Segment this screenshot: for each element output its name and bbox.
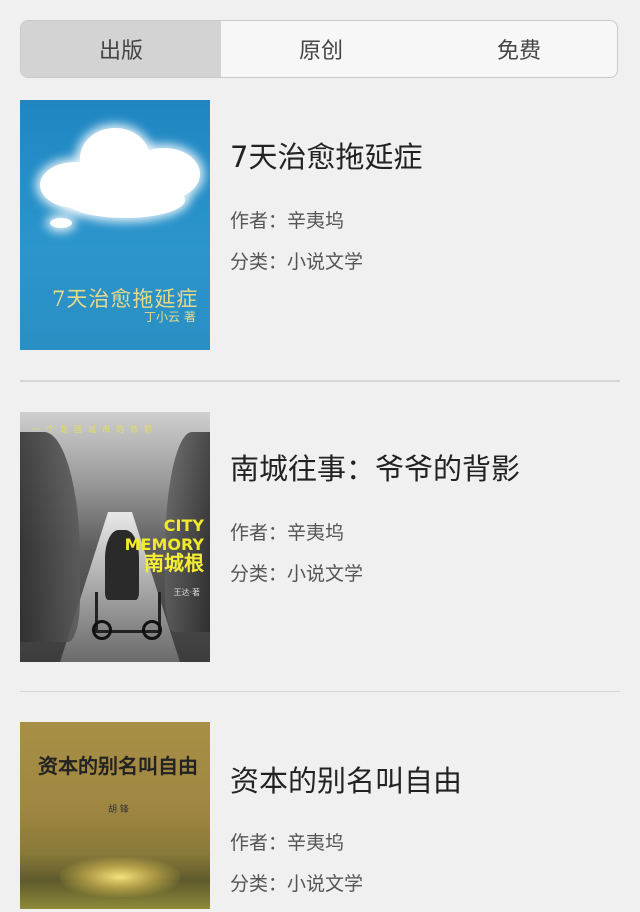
- cover-author: 王达·著: [173, 588, 200, 597]
- cover-title-en-1: CITY: [163, 516, 204, 535]
- author-value: 辛夷坞: [287, 210, 345, 232]
- book-author: 作者：辛夷坞: [230, 828, 462, 855]
- author-label: 作者：: [230, 832, 288, 854]
- category-label: 分类：: [230, 563, 288, 585]
- book-title[interactable]: 南城往事：爷爷的背影: [230, 446, 520, 488]
- category-value: 小说文学: [287, 873, 364, 895]
- book-category: 分类：小说文学: [230, 247, 422, 274]
- wheel-shape: [92, 620, 112, 640]
- tab-original[interactable]: 原创: [221, 21, 421, 77]
- book-title[interactable]: 资本的别名叫自由: [230, 758, 462, 800]
- cloud-shape: [65, 182, 185, 218]
- book-author: 作者：辛夷坞: [230, 518, 520, 545]
- cover-tagline: 一个北国城市的背影: [32, 425, 158, 434]
- book-list: 7天治愈拖延症 丁小云 著 7天治愈拖延症 作者：辛夷坞 分类：小说文学 一个北…: [20, 100, 620, 912]
- book-category: 分类：小说文学: [230, 869, 462, 896]
- wheel-shape: [142, 620, 162, 640]
- cover-title-zh: 南城根: [144, 551, 204, 575]
- category-segmented-control: 出版 原创 免费: [20, 20, 618, 78]
- cloud-shape: [50, 218, 72, 228]
- author-value: 辛夷坞: [287, 522, 345, 544]
- book-cover[interactable]: 7天治愈拖延症 丁小云 著: [20, 100, 210, 350]
- tab-published[interactable]: 出版: [21, 21, 221, 77]
- cover-author: 丁小云 著: [144, 310, 196, 324]
- sunlight-shape: [60, 857, 180, 897]
- book-title[interactable]: 7天治愈拖延症: [230, 134, 422, 176]
- cover-title: 资本的别名叫自由: [38, 754, 198, 778]
- cover-title-block: CITY MEMORY 南城根: [125, 516, 204, 573]
- category-value: 小说文学: [287, 563, 364, 585]
- author-label: 作者：: [230, 210, 288, 232]
- author-value: 辛夷坞: [287, 832, 345, 854]
- book-cover[interactable]: 资本的别名叫自由 胡 锋: [20, 722, 210, 909]
- cover-author: 胡 锋: [108, 805, 129, 815]
- tree-shape: [20, 432, 80, 642]
- book-author: 作者：辛夷坞: [230, 206, 422, 233]
- book-item[interactable]: 一个北国城市的背影 CITY MEMORY 南城根 王达·著 南城往事：爷爷的背…: [20, 381, 620, 692]
- tab-free[interactable]: 免费: [421, 21, 617, 77]
- author-label: 作者：: [230, 522, 288, 544]
- category-label: 分类：: [230, 251, 288, 273]
- book-item[interactable]: 7天治愈拖延症 丁小云 著 7天治愈拖延症 作者：辛夷坞 分类：小说文学: [20, 100, 620, 381]
- book-cover[interactable]: 一个北国城市的背影 CITY MEMORY 南城根 王达·著: [20, 412, 210, 662]
- book-item[interactable]: 资本的别名叫自由 胡 锋 资本的别名叫自由 作者：辛夷坞 分类：小说文学: [20, 692, 620, 912]
- book-category: 分类：小说文学: [230, 559, 520, 586]
- category-label: 分类：: [230, 873, 288, 895]
- category-value: 小说文学: [287, 251, 364, 273]
